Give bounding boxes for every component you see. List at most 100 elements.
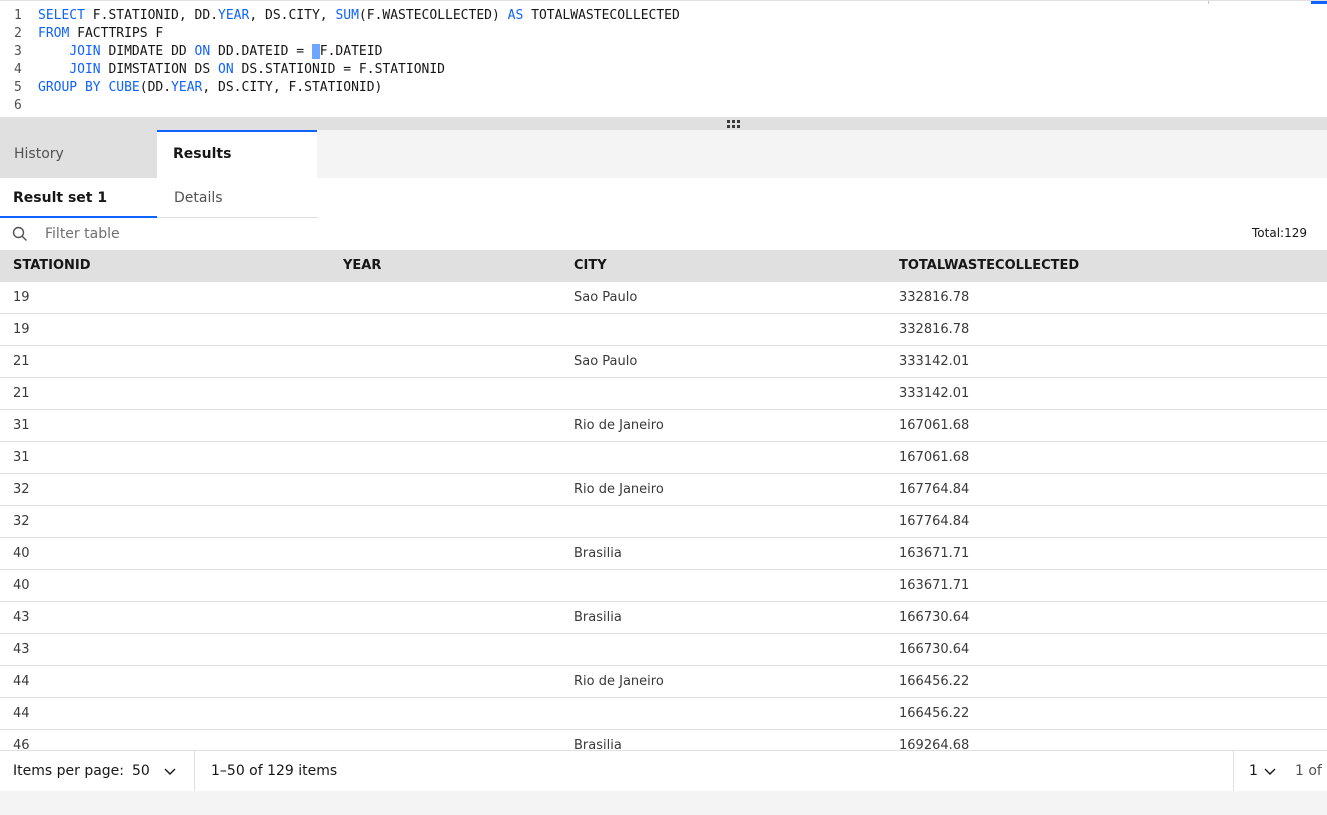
filter-table-input[interactable] xyxy=(36,222,436,246)
search-icon xyxy=(12,226,27,241)
table-row[interactable]: 21 Sao Paulo 333142.01 xyxy=(0,346,1327,378)
filter-row: Total:129 xyxy=(0,218,1327,250)
code-line[interactable]: 2 FROM FACTTRIPS F xyxy=(0,25,1327,43)
pane-splitter[interactable] xyxy=(0,117,1327,130)
cell-totalwastecollected: 167061.68 xyxy=(899,418,970,433)
line-number: 6 xyxy=(14,98,22,113)
table-row[interactable]: 19 Sao Paulo 332816.78 xyxy=(0,282,1327,314)
cell-city: Sao Paulo xyxy=(574,354,638,369)
sql-keyword: GROUP BY CUBE xyxy=(38,80,140,95)
column-header-city[interactable]: CITY xyxy=(574,250,607,282)
tab-history[interactable]: History xyxy=(0,130,157,178)
tab-details[interactable]: Details xyxy=(157,178,318,218)
cell-stationid: 43 xyxy=(13,642,30,657)
items-per-page-select[interactable]: 50 xyxy=(132,751,192,792)
sql-text: DD.DATEID = xyxy=(210,44,312,59)
cell-stationid: 31 xyxy=(13,450,30,465)
cell-stationid: 32 xyxy=(13,514,30,529)
code-line[interactable]: 4 JOIN DIMSTATION DS ON DS.STATIONID = F… xyxy=(0,61,1327,79)
chevron-down-icon[interactable] xyxy=(1264,766,1276,776)
items-per-page-label: Items per page: xyxy=(13,763,125,779)
sql-text: FACTTRIPS F xyxy=(69,26,164,41)
cell-stationid: 21 xyxy=(13,386,30,401)
cell-totalwastecollected: 332816.78 xyxy=(899,290,970,305)
page-count: 1 of 3 xyxy=(1295,763,1327,779)
table-row[interactable]: 31 167061.68 xyxy=(0,442,1327,474)
code-line[interactable]: 3 JOIN DIMDATE DD ON DD.DATEID = F.DATEI… xyxy=(0,43,1327,61)
line-number: 1 xyxy=(14,8,22,23)
sql-keyword: FROM xyxy=(38,26,70,41)
table-row[interactable]: 19 332816.78 xyxy=(0,314,1327,346)
sql-text: F.STATIONID, DD. xyxy=(84,8,219,23)
table-row[interactable]: 32 Rio de Janeiro 167764.84 xyxy=(0,474,1327,506)
column-header-totalwastecollected[interactable]: TOTALWASTECOLLECTED xyxy=(899,250,1079,282)
sql-text: DIMDATE DD xyxy=(100,44,195,59)
cell-stationid: 21 xyxy=(13,354,30,369)
sql-keyword: JOIN xyxy=(69,44,101,59)
text-cursor xyxy=(311,44,320,59)
sql-text: (DD. xyxy=(139,80,172,95)
code-text[interactable]: SELECT F.STATIONID, DD.YEAR, DS.CITY, SU… xyxy=(38,7,680,25)
sql-keyword: YEAR xyxy=(218,8,250,23)
tab-results[interactable]: Results xyxy=(157,130,317,178)
cell-totalwastecollected: 166456.22 xyxy=(899,674,970,689)
sql-keyword: SELECT xyxy=(38,8,85,23)
code-text[interactable]: JOIN DIMSTATION DS ON DS.STATIONID = F.S… xyxy=(38,61,445,79)
drag-handle-icon[interactable] xyxy=(727,120,741,128)
table-row[interactable]: 31 Rio de Janeiro 167061.68 xyxy=(0,410,1327,442)
pagination-divider xyxy=(194,751,195,792)
cell-totalwastecollected: 333142.01 xyxy=(899,354,970,369)
result-subtabs: Result set 1 Details xyxy=(0,178,318,218)
editor-top-marker xyxy=(1311,1,1327,4)
sql-keyword: ON xyxy=(194,44,211,59)
code-line[interactable]: 5 GROUP BY CUBE(DD.YEAR, DS.CITY, F.STATI… xyxy=(0,79,1327,97)
table-row[interactable]: 21 333142.01 xyxy=(0,378,1327,410)
line-number: 4 xyxy=(14,62,22,77)
line-number: 3 xyxy=(14,44,22,59)
chevron-down-icon[interactable] xyxy=(164,766,176,776)
cell-city: Brasilia xyxy=(574,738,622,750)
sql-keyword: JOIN xyxy=(69,62,101,77)
cell-stationid: 19 xyxy=(13,290,30,305)
cell-totalwastecollected: 167764.84 xyxy=(899,482,970,497)
code-text[interactable]: JOIN DIMDATE DD ON DD.DATEID = F.DATEID xyxy=(38,43,382,61)
code-line[interactable]: 6 xyxy=(0,97,1327,115)
cell-stationid: 44 xyxy=(13,706,30,721)
cell-totalwastecollected: 333142.01 xyxy=(899,386,970,401)
sql-text: DIMSTATION DS xyxy=(100,62,219,77)
table-row[interactable]: 43 Brasilia 166730.64 xyxy=(0,602,1327,634)
table-row[interactable]: 43 166730.64 xyxy=(0,634,1327,666)
footer-area xyxy=(0,791,1327,815)
cell-totalwastecollected: 167061.68 xyxy=(899,450,970,465)
code-text[interactable]: GROUP BY CUBE(DD.YEAR, DS.CITY, F.STATIO… xyxy=(38,79,382,97)
result-panel: Result set 1 Details Total:129 STATIONID… xyxy=(0,178,1327,790)
table-row[interactable]: 40 163671.71 xyxy=(0,570,1327,602)
cell-totalwastecollected: 166730.64 xyxy=(899,610,970,625)
editor-top-divider xyxy=(1208,1,1209,4)
sql-keyword: AS xyxy=(507,8,524,23)
column-header-stationid[interactable]: STATIONID xyxy=(13,250,91,282)
line-number: 5 xyxy=(14,80,22,95)
pagination-divider xyxy=(1233,751,1234,792)
tab-result-set-1[interactable]: Result set 1 xyxy=(0,178,157,218)
table-row[interactable]: 40 Brasilia 163671.71 xyxy=(0,538,1327,570)
cell-city: Brasilia xyxy=(574,610,622,625)
cell-stationid: 19 xyxy=(13,322,30,337)
table-header: STATIONID YEAR CITY TOTALWASTECOLLECTED xyxy=(0,250,1327,282)
table-row[interactable]: 44 166456.22 xyxy=(0,698,1327,730)
sql-text: , DS.CITY, xyxy=(249,8,336,23)
column-header-year[interactable]: YEAR xyxy=(343,250,381,282)
sql-text: DS.STATIONID = F.STATIONID xyxy=(233,62,446,77)
cell-totalwastecollected: 166730.64 xyxy=(899,642,970,657)
cell-totalwastecollected: 163671.71 xyxy=(899,546,970,561)
code-line[interactable]: 1 SELECT F.STATIONID, DD.YEAR, DS.CITY, S… xyxy=(0,7,1327,25)
table-row[interactable]: 46 Brasilia 169264.68 xyxy=(0,730,1327,750)
sql-editor[interactable]: 1 SELECT F.STATIONID, DD.YEAR, DS.CITY, S… xyxy=(0,0,1327,117)
code-text[interactable]: FROM FACTTRIPS F xyxy=(38,25,163,43)
cell-totalwastecollected: 167764.84 xyxy=(899,514,970,529)
table-row[interactable]: 32 167764.84 xyxy=(0,506,1327,538)
cell-totalwastecollected: 332816.78 xyxy=(899,322,970,337)
table-row[interactable]: 44 Rio de Janeiro 166456.22 xyxy=(0,666,1327,698)
cell-stationid: 46 xyxy=(13,738,30,750)
cell-stationid: 31 xyxy=(13,418,30,433)
